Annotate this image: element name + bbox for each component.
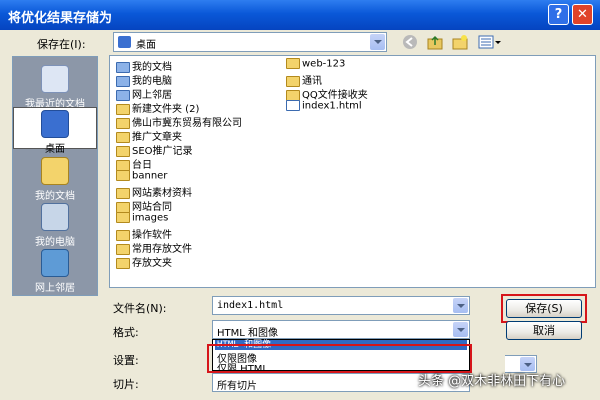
folder-icon (116, 201, 130, 213)
list-item[interactable]: 网上邻居 (116, 86, 172, 101)
place-my-documents[interactable]: 我的文档 (13, 157, 97, 202)
slices-value: 所有切片 (217, 381, 257, 392)
desktop-icon (118, 36, 131, 48)
format-label: 格式: (113, 326, 139, 339)
place-label: 网上邻居 (35, 283, 75, 294)
list-item[interactable]: QQ文件接收夹 (286, 86, 368, 101)
close-button[interactable]: ✕ (572, 4, 593, 25)
folder-icon (286, 75, 300, 87)
help-button[interactable]: ? (548, 4, 569, 25)
highlight-box-save (501, 294, 587, 323)
list-item[interactable]: 佛山市冀东贸易有限公司 (116, 114, 242, 129)
chevron-down-icon (453, 298, 468, 313)
folder-icon (116, 103, 130, 115)
folder-icon (116, 145, 130, 157)
folder-icon (116, 229, 130, 241)
list-item[interactable]: 存放文夹 (116, 254, 172, 269)
list-item[interactable]: web-123 (286, 58, 345, 72)
view-menu-icon[interactable] (478, 34, 502, 50)
folder-icon (116, 170, 130, 181)
format-select[interactable]: HTML 和图像 (212, 320, 470, 339)
list-item[interactable]: banner (116, 170, 167, 184)
folder-icon (116, 131, 130, 143)
place-desktop[interactable]: 桌面 (13, 107, 97, 155)
chevron-down-icon (370, 34, 385, 50)
place-label: 我的电脑 (35, 237, 75, 248)
list-item[interactable]: 台日 (116, 156, 152, 171)
my-documents-icon (116, 61, 130, 73)
up-folder-icon[interactable] (427, 34, 443, 50)
settings-label: 设置: (113, 354, 139, 367)
list-item[interactable]: 常用存放文件 (116, 240, 192, 255)
my-documents-icon (41, 157, 69, 185)
save-in-dropdown[interactable]: 桌面 (113, 32, 387, 52)
save-in-label: 保存在(I): (37, 38, 86, 51)
window-title: 将优化结果存储为 (8, 11, 113, 26)
list-item[interactable]: images (116, 212, 168, 226)
place-label: 我的文档 (35, 191, 75, 202)
place-network[interactable]: 网上邻居 (13, 249, 97, 294)
list-item[interactable]: 操作软件 (116, 226, 172, 241)
title-bar: 将优化结果存储为 ? ✕ (0, 0, 600, 30)
list-item[interactable]: SEO推广记录 (116, 142, 193, 157)
list-item[interactable]: index1.html (286, 100, 362, 114)
place-label: 桌面 (45, 144, 65, 155)
place-my-computer[interactable]: 我的电脑 (13, 203, 97, 248)
filename-field[interactable]: index1.html (212, 296, 470, 315)
places-bar: 我最近的文档 桌面 我的文档 我的电脑 网上邻居 (12, 56, 98, 296)
folder-icon (116, 243, 130, 255)
html-file-icon (286, 100, 300, 111)
file-list[interactable]: 我的文档 我的电脑 网上邻居 新建文件夹 (2) 佛山市冀东贸易有限公司 推广文… (109, 55, 596, 288)
list-item[interactable]: 网站素材资料 (116, 184, 192, 199)
folder-icon (116, 117, 130, 129)
list-item[interactable]: 网站合同 (116, 198, 172, 213)
slices-label: 切片: (113, 378, 139, 391)
folder-icon (286, 89, 300, 101)
list-item[interactable]: 推广文章夹 (116, 128, 182, 143)
filename-label: 文件名(N): (113, 302, 167, 315)
folder-icon (286, 58, 300, 69)
list-item[interactable]: 新建文件夹 (2) (116, 100, 199, 115)
folder-icon (116, 159, 130, 171)
folder-icon (116, 212, 130, 223)
watermark-text: 头条 @双木非林田下有心 (418, 374, 566, 389)
highlight-box-format-options (207, 344, 472, 373)
list-item[interactable]: 我的文档 (116, 58, 172, 73)
recent-docs-icon (41, 65, 69, 93)
list-item[interactable]: 通讯 (286, 72, 322, 87)
folder-icon (116, 187, 130, 199)
folder-icon (116, 257, 130, 269)
list-item[interactable]: 我的电脑 (116, 72, 172, 87)
chevron-down-icon (453, 322, 468, 337)
place-recent-docs[interactable]: 我最近的文档 (13, 65, 97, 110)
network-icon (116, 89, 130, 101)
back-icon[interactable] (402, 34, 418, 50)
save-dialog: 将优化结果存储为 ? ✕ 保存在(I): 桌面 我最近的文档 桌面 我的文档 我… (0, 0, 600, 400)
network-icon (41, 249, 69, 277)
new-folder-icon[interactable] (452, 34, 468, 50)
desktop-icon (41, 110, 69, 138)
filename-value: index1.html (217, 300, 284, 311)
my-computer-icon (41, 203, 69, 231)
cancel-button[interactable]: 取消 (506, 321, 582, 340)
format-value: HTML 和图像 (217, 328, 279, 339)
my-computer-icon (116, 75, 130, 87)
save-in-value: 桌面 (136, 40, 156, 51)
chevron-down-icon (520, 357, 535, 371)
